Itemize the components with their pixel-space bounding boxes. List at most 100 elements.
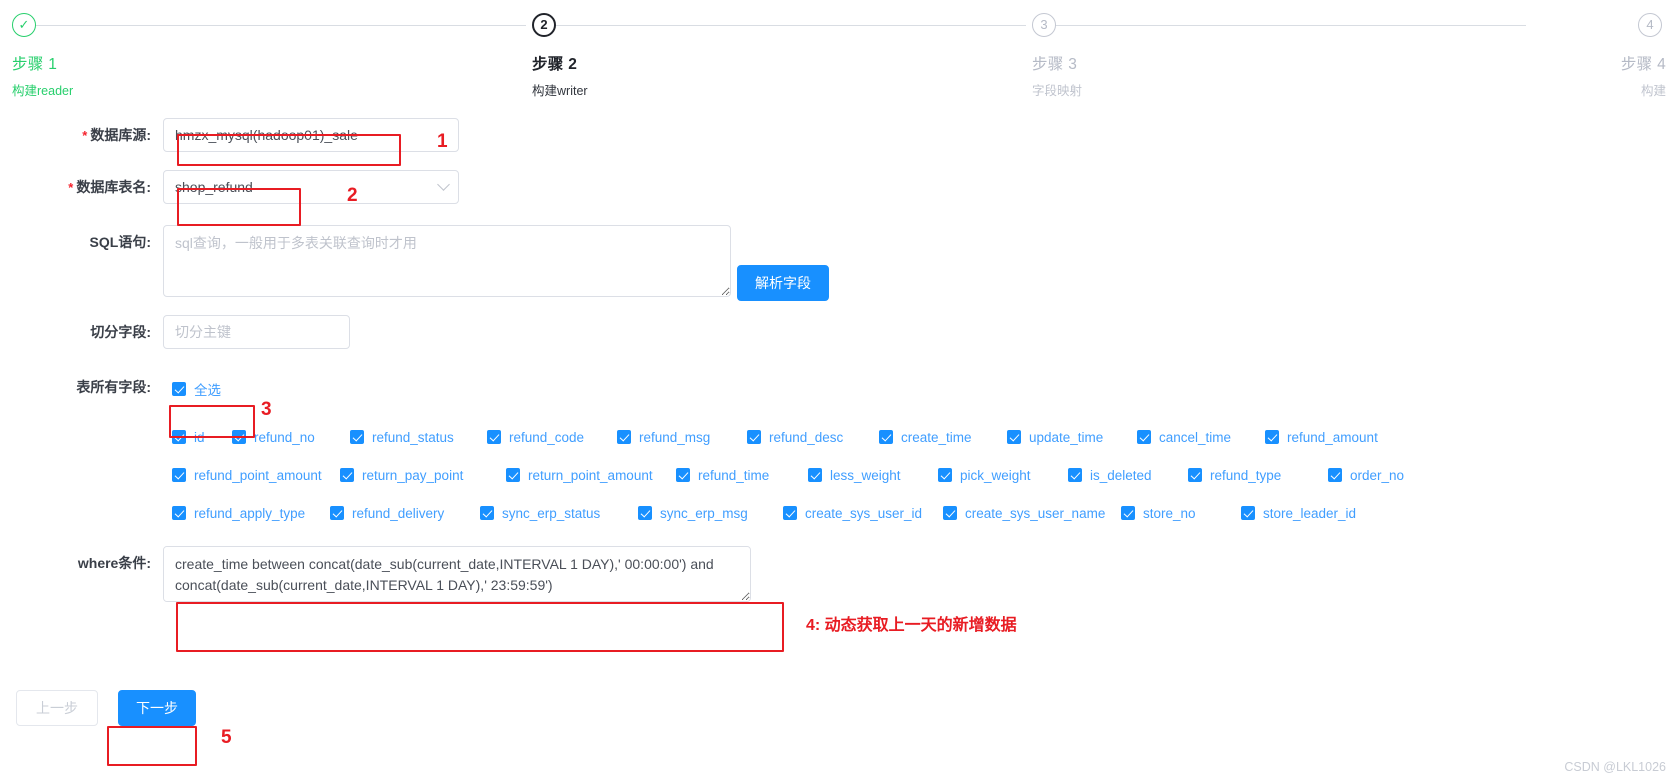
step-2[interactable]: 2 步骤 2 构建writer (520, 8, 1026, 103)
field-checkbox-label: refund_no (254, 429, 315, 445)
field-checkbox-refund_type[interactable]: refund_type (1188, 468, 1328, 483)
field-checkbox-store_no[interactable]: store_no (1121, 506, 1241, 521)
checkbox-checked-icon (617, 430, 631, 444)
checkbox-checked-icon (1265, 430, 1279, 444)
field-checkbox-pick_weight[interactable]: pick_weight (938, 468, 1068, 483)
checkbox-checked-icon (808, 468, 822, 482)
field-checkbox-refund_point_amount[interactable]: refund_point_amount (172, 468, 340, 483)
field-checkbox-label: sync_erp_status (502, 505, 601, 521)
checkbox-checked-icon (1241, 506, 1255, 520)
step-2-head: 2 (520, 8, 1026, 42)
reader-form: * 数据库源: hmzx_mysql(hadoop01)_sale * 数据库表名:… (0, 118, 1680, 740)
checkbox-checked-icon (232, 430, 246, 444)
field-checkbox-label: refund_code (509, 429, 585, 445)
fields-checkbox-grid: id refund_no refund_status refund_code refun… (172, 418, 1680, 532)
field-checkbox-label: create_sys_user_id (805, 505, 923, 521)
table-select[interactable]: shop_refund (163, 170, 459, 204)
field-checkbox-label: store_no (1143, 505, 1196, 521)
step-1-head: ✓ (0, 8, 526, 42)
checkbox-checked-icon (172, 506, 186, 520)
field-checkbox-create_sys_user_id[interactable]: create_sys_user_id (783, 506, 943, 521)
field-checkbox-is_deleted[interactable]: is_deleted (1068, 468, 1188, 483)
field-checkbox-store_leader_id[interactable]: store_leader_id (1241, 506, 1371, 521)
field-checkbox-order_no[interactable]: order_no (1328, 468, 1448, 483)
parse-fields-button[interactable]: 解析字段 (737, 265, 829, 301)
field-checkbox-cancel_time[interactable]: cancel_time (1137, 430, 1265, 445)
split-field-input[interactable] (163, 315, 350, 349)
field-checkbox-label: refund_desc (769, 429, 844, 445)
field-checkbox-refund_apply_type[interactable]: refund_apply_type (172, 506, 330, 521)
annotation-number-2: 2 (347, 185, 358, 206)
step-4[interactable]: 4 步骤 4 构建 (1520, 8, 1680, 103)
field-checkbox-refund_time[interactable]: refund_time (676, 468, 808, 483)
field-checkbox-label: is_deleted (1090, 467, 1152, 483)
all-fields-label: 表所有字段: (76, 379, 151, 395)
checkbox-checked-icon (172, 430, 186, 444)
next-step-button[interactable]: 下一步 (118, 690, 196, 726)
sql-textarea[interactable] (163, 225, 731, 297)
checkbox-checked-icon (1137, 430, 1151, 444)
where-label: where条件: (77, 555, 151, 571)
checkbox-checked-icon (783, 506, 797, 520)
checkbox-checked-icon (638, 506, 652, 520)
field-checkbox-label: return_pay_point (362, 467, 464, 483)
checkbox-checked-icon (172, 382, 186, 396)
checkbox-checked-icon (330, 506, 344, 520)
field-checkbox-less_weight[interactable]: less_weight (808, 468, 938, 483)
step-3-title: 步骤 3 (1032, 56, 1078, 73)
field-checkbox-label: less_weight (830, 467, 901, 483)
field-checkbox-refund_desc[interactable]: refund_desc (747, 430, 879, 445)
annotation-text-4: 4: 动态获取上一天的新增数据 (806, 617, 1017, 634)
field-checkbox-return_point_amount[interactable]: return_point_amount (506, 468, 676, 483)
datasource-select[interactable]: hmzx_mysql(hadoop01)_sale (163, 118, 459, 152)
field-checkbox-refund_amount[interactable]: refund_amount (1265, 430, 1395, 445)
field-checkbox-refund_status[interactable]: refund_status (350, 430, 487, 445)
checkbox-checked-icon (943, 506, 957, 520)
select-all-control: 全选 (163, 370, 221, 401)
field-checkbox-refund_no[interactable]: refund_no (232, 430, 350, 445)
field-checkbox-create_sys_user_name[interactable]: create_sys_user_name (943, 506, 1121, 521)
page-root: ✓ 步骤 1 构建reader 2 步骤 2 构建writer 3 步骤 3 字… (0, 0, 1680, 782)
checkbox-checked-icon (1007, 430, 1021, 444)
field-checkbox-return_pay_point[interactable]: return_pay_point (340, 468, 506, 483)
select-all-checkbox[interactable]: 全选 (172, 379, 221, 399)
checkbox-checked-icon (350, 430, 364, 444)
field-checkbox-create_time[interactable]: create_time (879, 430, 1007, 445)
field-checkbox-refund_msg[interactable]: refund_msg (617, 430, 747, 445)
form-row-sql: SQL语句: 解析字段 (0, 225, 1680, 315)
field-checkbox-refund_code[interactable]: refund_code (487, 430, 617, 445)
field-checkbox-label: create_sys_user_name (965, 505, 1106, 521)
field-checkbox-sync_erp_msg[interactable]: sync_erp_msg (638, 506, 783, 521)
step-1[interactable]: ✓ 步骤 1 构建reader (0, 8, 526, 103)
field-checkbox-label: order_no (1350, 467, 1405, 483)
step-3[interactable]: 3 步骤 3 字段映射 (1020, 8, 1526, 103)
field-checkbox-label: refund_type (1210, 467, 1282, 483)
field-checkbox-label: refund_amount (1287, 429, 1378, 445)
step-4-desc: 构建 (1640, 84, 1666, 98)
field-checkbox-row: refund_point_amount return_pay_point retur… (172, 456, 1680, 494)
field-checkbox-id[interactable]: id (172, 430, 232, 445)
where-textarea[interactable] (163, 546, 751, 602)
field-checkbox-update_time[interactable]: update_time (1007, 430, 1137, 445)
select-all-label: 全选 (194, 383, 221, 398)
parse-button-wrap: 解析字段 (737, 265, 829, 301)
prev-step-button[interactable]: 上一步 (16, 690, 98, 726)
watermark: CSDN @LKL1026 (1564, 760, 1666, 774)
step-4-head: 4 (1520, 8, 1680, 42)
step-4-icon-number: 4 (1638, 13, 1662, 37)
step-3-desc: 字段映射 (1032, 84, 1083, 98)
field-checkbox-row: id refund_no refund_status refund_code refun… (172, 418, 1680, 456)
step-3-head: 3 (1020, 8, 1526, 42)
field-checkbox-label: refund_msg (639, 429, 711, 445)
sql-control (163, 225, 731, 302)
field-checkbox-sync_erp_status[interactable]: sync_erp_status (480, 506, 638, 521)
checkbox-checked-icon (879, 430, 893, 444)
form-row-all-fields: 表所有字段: 全选 (0, 370, 1680, 406)
form-row-split-field: 切分字段: (0, 315, 1680, 370)
table-label: * 数据库表名: (68, 179, 151, 195)
form-footer: 上一步 下一步 (0, 690, 1680, 740)
datasource-control: hmzx_mysql(hadoop01)_sale (163, 118, 459, 152)
stepper: ✓ 步骤 1 构建reader 2 步骤 2 构建writer 3 步骤 3 字… (0, 8, 1680, 103)
field-checkbox-refund_delivery[interactable]: refund_delivery (330, 506, 480, 521)
checkbox-checked-icon (506, 468, 520, 482)
